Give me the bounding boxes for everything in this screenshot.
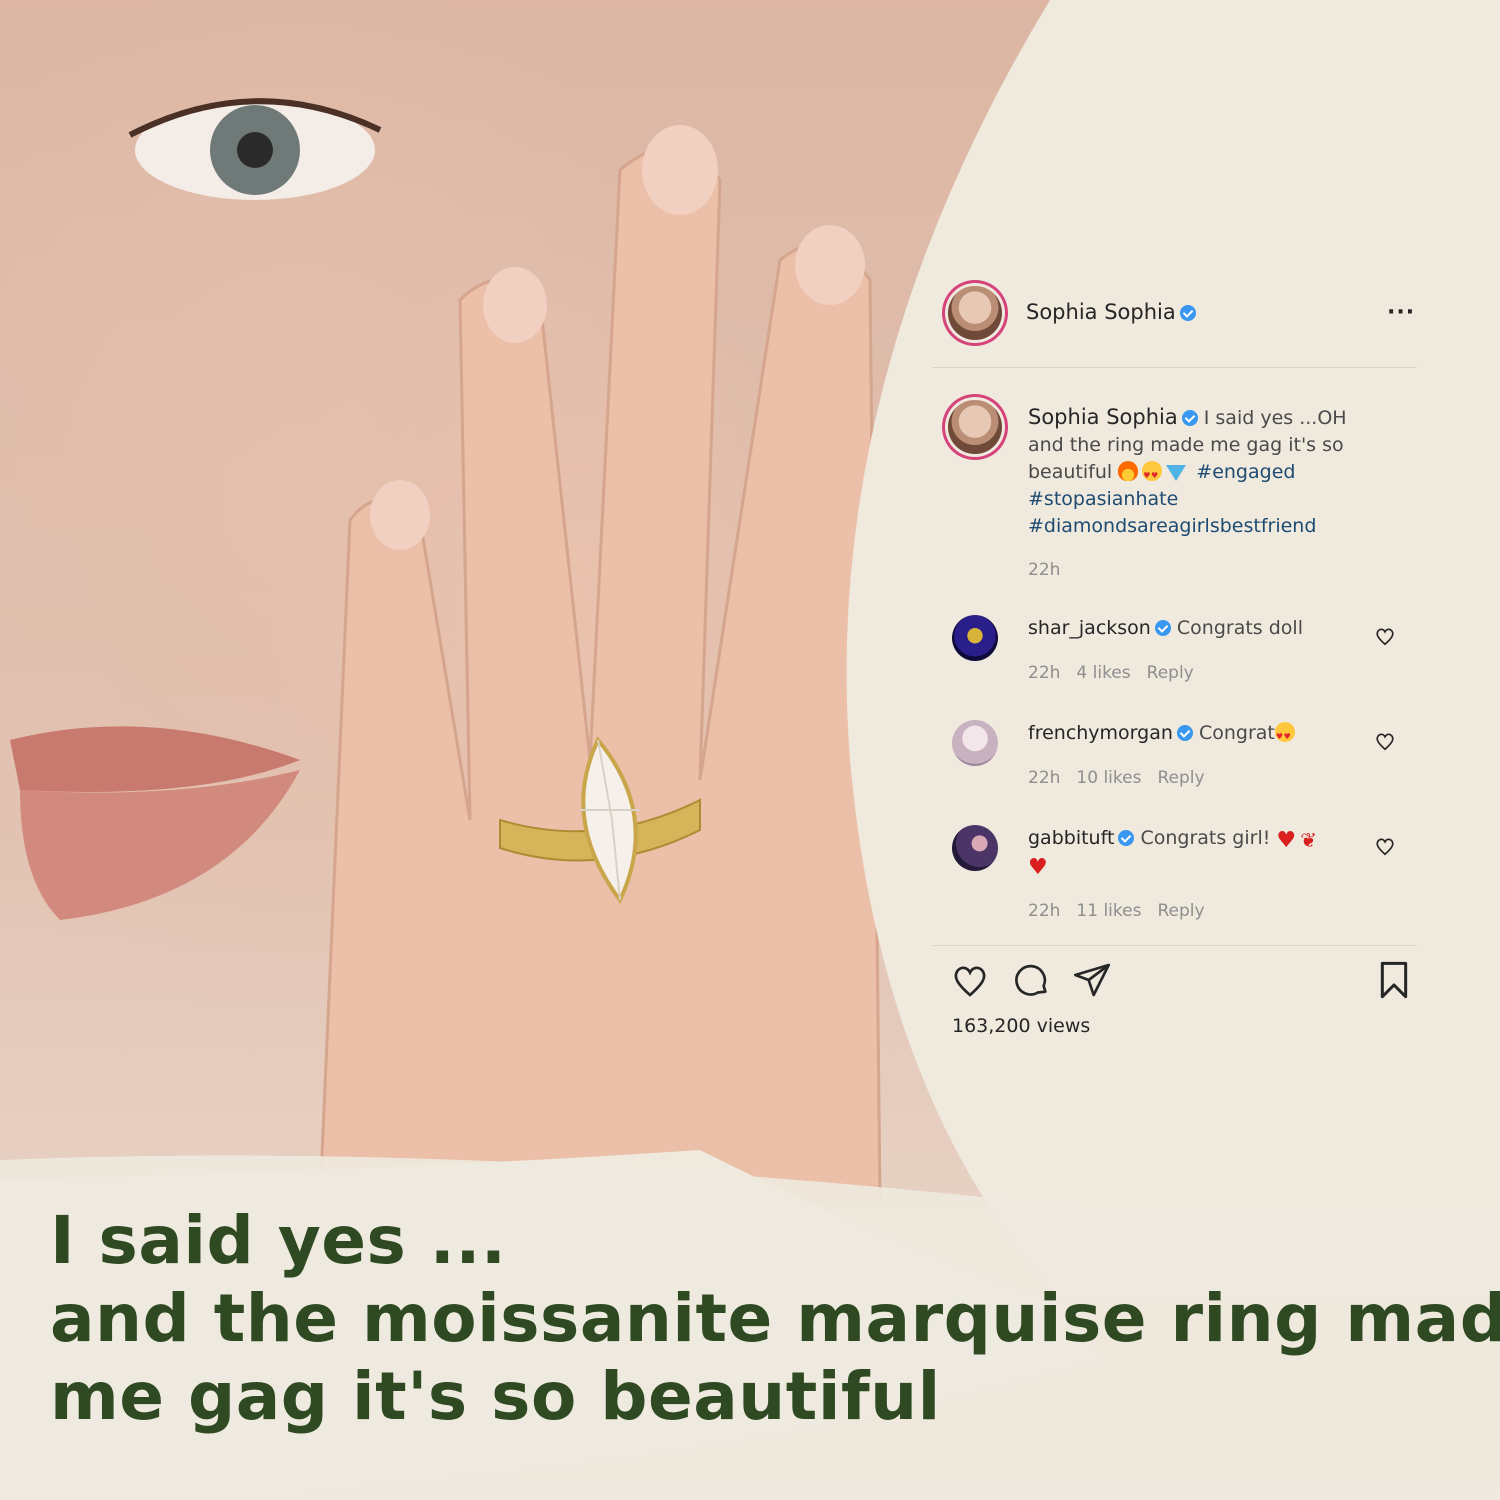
comment-timestamp: 22h	[1028, 901, 1061, 921]
comment-likes[interactable]: 4 likes	[1076, 663, 1130, 683]
views-count: 163,200 views	[952, 1015, 1091, 1037]
commenter-avatar[interactable]	[952, 720, 998, 766]
comment-timestamp: 22h	[1028, 663, 1061, 683]
save-bookmark-icon[interactable]	[1376, 960, 1412, 1000]
commenter-username[interactable]: frenchymorgan	[1028, 722, 1173, 744]
commenter-avatar[interactable]	[952, 825, 998, 871]
comment-text: Congrats doll	[1176, 617, 1303, 639]
caption-timestamp: 22h	[1028, 560, 1061, 580]
comment-body: gabbituft Congrats girl! ♥ ❦ ♥	[1028, 825, 1348, 879]
comment-text: Congrats girl!	[1140, 827, 1271, 849]
author-avatar[interactable]	[948, 286, 1002, 340]
reply-button[interactable]: Reply	[1147, 663, 1194, 683]
headline-line-2: and the moissanite marquise ring made	[50, 1280, 1500, 1357]
verified-badge-icon	[1118, 830, 1135, 846]
red-heart-emoji-icon: ♥	[1028, 855, 1048, 880]
comment-timestamp: 22h	[1028, 768, 1061, 788]
reply-button[interactable]: Reply	[1157, 901, 1204, 921]
comment-likes[interactable]: 11 likes	[1076, 901, 1141, 921]
post-caption: Sophia Sophia I said yes ...OH and the r…	[1028, 404, 1368, 540]
fire-emoji-icon	[1118, 461, 1139, 481]
caption-author-avatar[interactable]	[948, 400, 1002, 454]
comment-likes[interactable]: 10 likes	[1076, 768, 1141, 788]
heart-eyes-emoji-icon	[1142, 461, 1163, 489]
verified-badge-icon	[1181, 410, 1198, 426]
heart-eyes-emoji-icon	[1274, 722, 1295, 750]
kiss-mark-emoji-icon: ❦	[1300, 828, 1317, 852]
comment-body: frenchymorgan Congrat	[1028, 720, 1348, 750]
share-paper-plane-icon[interactable]	[1072, 960, 1112, 1000]
gem-emoji-icon	[1166, 465, 1187, 481]
post-actions-bar	[932, 960, 1417, 1010]
header-divider	[932, 367, 1417, 368]
reply-button[interactable]: Reply	[1157, 768, 1204, 788]
comment-body: shar_jackson Congrats doll	[1028, 615, 1348, 642]
actions-divider	[932, 945, 1417, 946]
post-header-username[interactable]: Sophia Sophia	[1026, 300, 1196, 324]
headline-line-3: me gag it's so beautiful	[50, 1358, 941, 1435]
verified-badge-icon	[1176, 725, 1193, 741]
like-heart-icon[interactable]	[950, 960, 990, 1000]
hashtag-link[interactable]: #stopasianhate	[1028, 488, 1178, 510]
like-comment-heart-icon[interactable]	[1374, 730, 1396, 752]
hashtag-link[interactable]: #engaged	[1196, 461, 1295, 483]
comment-meta: 22h 10 likes Reply	[1028, 768, 1221, 788]
verified-badge-icon	[1154, 620, 1171, 636]
comment-bubble-icon[interactable]	[1012, 960, 1052, 1000]
instagram-post-card: Sophia Sophia ··· Sophia Sophia I said y…	[932, 270, 1417, 1060]
like-comment-heart-icon[interactable]	[1374, 625, 1396, 647]
comment-meta: 22h 11 likes Reply	[1028, 901, 1221, 921]
headline-line-1: I said yes ...	[50, 1202, 507, 1279]
hashtag-link[interactable]: #diamondsareagirlsbestfriend	[1028, 515, 1316, 537]
verified-badge-icon	[1179, 305, 1196, 321]
commenter-avatar[interactable]	[952, 615, 998, 661]
red-heart-emoji-icon: ♥	[1276, 828, 1297, 853]
more-options-icon[interactable]: ···	[1387, 300, 1415, 325]
comment-text: Congrat	[1198, 722, 1275, 744]
comment-meta: 22h 4 likes Reply	[1028, 663, 1210, 683]
like-comment-heart-icon[interactable]	[1374, 835, 1396, 857]
author-name[interactable]: Sophia Sophia	[1026, 300, 1176, 324]
ad-headline: I said yes ... and the moissanite marqui…	[50, 1202, 1500, 1436]
commenter-username[interactable]: shar_jackson	[1028, 617, 1151, 639]
commenter-username[interactable]: gabbituft	[1028, 827, 1114, 849]
caption-author-name[interactable]: Sophia Sophia	[1028, 405, 1178, 429]
